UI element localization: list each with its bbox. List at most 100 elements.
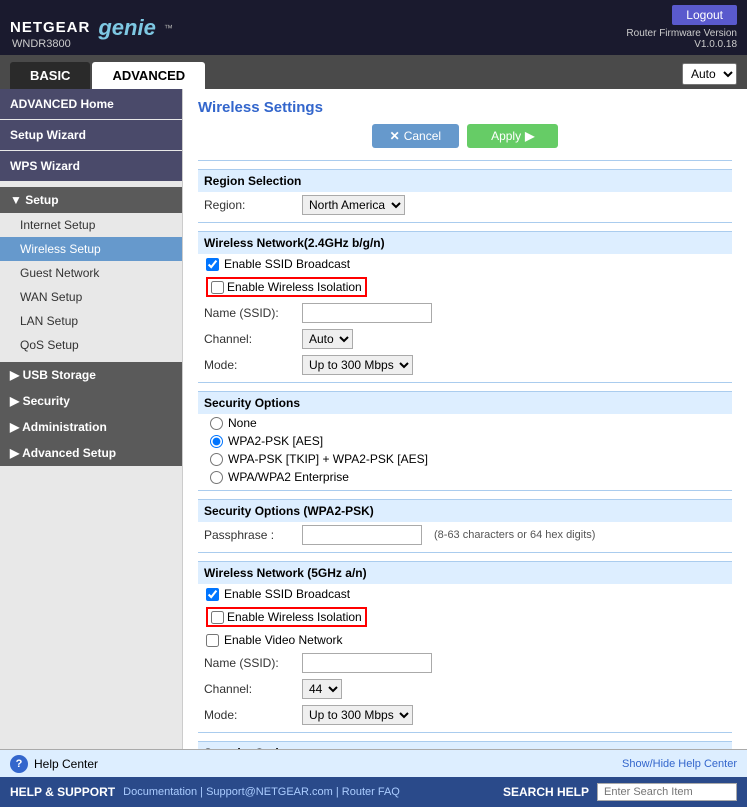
passphrase-label: Passphrase : (204, 528, 294, 542)
model-label: WNDR3800 (12, 38, 71, 50)
radio-wpa2-aes-24-label: WPA2-PSK [AES] (228, 434, 323, 448)
radio-none-24-row: None (198, 414, 732, 432)
apply-button[interactable]: Apply ▶ (467, 124, 558, 148)
name-ssid-5g-input[interactable] (302, 653, 432, 673)
basic-tab[interactable]: BASIC (10, 62, 90, 89)
help-icon: ? (10, 755, 28, 773)
sidebar-item-guest-network[interactable]: Guest Network (0, 261, 182, 285)
enable-video-network-label: Enable Video Network (224, 633, 343, 647)
sidebar-item-wireless-setup[interactable]: Wireless Setup (0, 237, 182, 261)
enable-wireless-isolation-5g-checkbox[interactable] (211, 611, 224, 624)
layout: ADVANCED Home Setup Wizard WPS Wizard ▼ … (0, 89, 747, 749)
advanced-tab[interactable]: ADVANCED (92, 62, 205, 89)
help-support-label: HELP & SUPPORT (10, 785, 115, 799)
enable-wireless-isolation-24-checkbox[interactable] (211, 281, 224, 294)
enable-wireless-isolation-5g-row: Enable Wireless Isolation (198, 604, 732, 630)
radio-wpa2-aes-24[interactable] (210, 435, 223, 448)
help-center-bar: ? Help Center Show/Hide Help Center (0, 749, 747, 777)
channel-24-label: Channel: (204, 332, 294, 346)
region-select[interactable]: North America (302, 195, 405, 215)
radio-wpa-enterprise-24-row: WPA/WPA2 Enterprise (198, 468, 732, 486)
name-ssid-5g-row: Name (SSID): (198, 650, 732, 676)
setup-section-title[interactable]: ▼ Setup (0, 187, 182, 213)
passphrase-hint: (8-63 characters or 64 hex digits) (434, 529, 595, 541)
mode-24-select[interactable]: Up to 300 Mbps (302, 355, 413, 375)
radio-wpa-tkip-24[interactable] (210, 453, 223, 466)
sidebar-item-qos-setup[interactable]: QoS Setup (0, 333, 182, 357)
sidebar-wps-wizard[interactable]: WPS Wizard (0, 151, 182, 181)
sidebar-item-lan-setup[interactable]: LAN Setup (0, 309, 182, 333)
show-hide-help-link[interactable]: Show/Hide Help Center (622, 758, 737, 770)
wireless-5g-header: Wireless Network (5GHz a/n) (198, 561, 732, 584)
footer-links: Documentation | Support@NETGEAR.com | Ro… (123, 786, 400, 798)
name-ssid-24-label: Name (SSID): (204, 306, 294, 320)
enable-ssid-broadcast-5g-row: Enable SSID Broadcast (198, 584, 732, 604)
wireless-24-header: Wireless Network(2.4GHz b/g/n) (198, 231, 732, 254)
region-section-header: Region Selection (198, 169, 732, 192)
search-input[interactable] (597, 783, 737, 801)
mode-24-label: Mode: (204, 358, 294, 372)
region-label: Region: (204, 198, 294, 212)
search-help-label: SEARCH HELP (503, 785, 589, 799)
enable-ssid-broadcast-5g-label: Enable SSID Broadcast (224, 587, 350, 601)
security-options-5g-header: Security Options (198, 741, 732, 749)
security-options-24-header: Security Options (198, 391, 732, 414)
auto-area: Auto (682, 63, 737, 85)
logout-button[interactable]: Logout (672, 5, 737, 25)
sidebar-setup-wizard[interactable]: Setup Wizard (0, 120, 182, 150)
channel-24-row: Channel: Auto (198, 326, 732, 352)
radio-wpa-tkip-24-label: WPA-PSK [TKIP] + WPA2-PSK [AES] (228, 452, 428, 466)
enable-ssid-broadcast-24-row: Enable SSID Broadcast (198, 254, 732, 274)
radio-wpa2-aes-24-row: WPA2-PSK [AES] (198, 432, 732, 450)
arrow-icon: ▶ (525, 129, 534, 143)
enable-video-network-checkbox[interactable] (206, 634, 219, 647)
sidebar-item-internet-setup[interactable]: Internet Setup (0, 213, 182, 237)
genie-logo: genie (98, 15, 155, 41)
enable-wireless-isolation-5g-label: Enable Wireless Isolation (227, 610, 362, 624)
sidebar-usb-storage[interactable]: ▶ USB Storage (0, 362, 182, 388)
name-ssid-24-input[interactable] (302, 303, 432, 323)
channel-5g-label: Channel: (204, 682, 294, 696)
sidebar-administration[interactable]: ▶ Administration (0, 414, 182, 440)
firmware-info: Router Firmware Version V1.0.0.18 (626, 28, 737, 50)
sidebar-advanced-setup[interactable]: ▶ Advanced Setup (0, 440, 182, 466)
page-title: Wireless Settings (198, 99, 732, 116)
cancel-button[interactable]: ✕ Cancel (372, 124, 459, 148)
main-content: Wireless Settings ✕ Cancel Apply ▶ Regio… (183, 89, 747, 749)
radio-wpa-enterprise-24[interactable] (210, 471, 223, 484)
wireless-isolation-5g-highlight: Enable Wireless Isolation (206, 607, 367, 627)
tm-mark: ™ (164, 23, 173, 33)
header: NETGEAR genie ™ Logout Router Firmware V… (0, 0, 747, 55)
security-wpa2psk-header: Security Options (WPA2-PSK) (198, 499, 732, 522)
mode-5g-row: Mode: Up to 300 Mbps (198, 702, 732, 728)
netgear-logo: NETGEAR (10, 19, 90, 36)
mode-24-row: Mode: Up to 300 Mbps (198, 352, 732, 378)
mode-5g-select[interactable]: Up to 300 Mbps (302, 705, 413, 725)
sidebar-item-wan-setup[interactable]: WAN Setup (0, 285, 182, 309)
auto-select[interactable]: Auto (682, 63, 737, 85)
logo-area: NETGEAR genie ™ (10, 15, 173, 41)
footer: HELP & SUPPORT Documentation | Support@N… (0, 777, 747, 807)
nav-tabs: BASIC ADVANCED Auto (0, 55, 747, 89)
channel-5g-select[interactable]: 44 (302, 679, 342, 699)
radio-none-24[interactable] (210, 417, 223, 430)
header-right: Logout Router Firmware Version V1.0.0.18 (626, 5, 737, 50)
region-row: Region: North America (198, 192, 732, 218)
setup-section: ▼ Setup Internet Setup Wireless Setup Gu… (0, 182, 182, 362)
mode-5g-label: Mode: (204, 708, 294, 722)
channel-5g-row: Channel: 44 (198, 676, 732, 702)
enable-wireless-isolation-24-label: Enable Wireless Isolation (227, 280, 362, 294)
channel-24-select[interactable]: Auto (302, 329, 353, 349)
sidebar: ADVANCED Home Setup Wizard WPS Wizard ▼ … (0, 89, 183, 749)
sidebar-security[interactable]: ▶ Security (0, 388, 182, 414)
radio-wpa-tkip-24-row: WPA-PSK [TKIP] + WPA2-PSK [AES] (198, 450, 732, 468)
name-ssid-24-row: Name (SSID): (198, 300, 732, 326)
wireless-isolation-24-highlight: Enable Wireless Isolation (206, 277, 367, 297)
enable-ssid-broadcast-5g-checkbox[interactable] (206, 588, 219, 601)
passphrase-input[interactable] (302, 525, 422, 545)
radio-wpa-enterprise-24-label: WPA/WPA2 Enterprise (228, 470, 349, 484)
enable-ssid-broadcast-24-label: Enable SSID Broadcast (224, 257, 350, 271)
sidebar-advanced-home[interactable]: ADVANCED Home (0, 89, 182, 119)
help-center-label: Help Center (34, 757, 98, 771)
enable-ssid-broadcast-24-checkbox[interactable] (206, 258, 219, 271)
